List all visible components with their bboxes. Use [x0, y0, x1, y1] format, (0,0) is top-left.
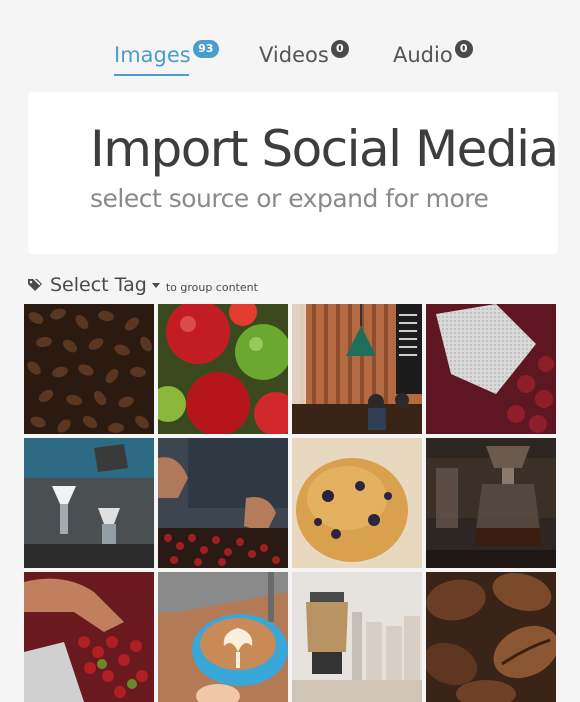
videos-count-badge: 0: [330, 40, 349, 58]
media-type-tabs: Images 93 Videos 0 Audio 0: [0, 38, 580, 78]
audio-count-badge: 0: [454, 40, 473, 58]
select-tag-dropdown[interactable]: Select Tag to group content: [27, 272, 258, 298]
gallery-image-sorting-beans[interactable]: [158, 438, 288, 568]
gallery-image-roasted-beans-closeup[interactable]: [426, 572, 556, 702]
tab-images-label: Images: [114, 43, 191, 67]
hero-title: Import Social Media: [90, 120, 559, 178]
image-gallery-grid: [24, 304, 557, 702]
tags-icon: [28, 279, 42, 291]
hero-subtitle: select source or expand for more: [90, 184, 489, 213]
tab-audio-label: Audio: [393, 43, 453, 67]
gallery-image-latte-art[interactable]: [158, 572, 288, 702]
chevron-down-icon: [151, 282, 160, 288]
tab-videos-label: Videos: [259, 43, 329, 67]
gallery-image-harvest-cherries[interactable]: [24, 572, 154, 702]
gallery-image-coffee-cherries[interactable]: [158, 304, 288, 434]
images-count-badge: 93: [192, 40, 219, 58]
tab-audio[interactable]: Audio 0: [393, 38, 473, 74]
select-tag-hint: to group content: [165, 281, 258, 294]
gallery-image-pour-over-brewing[interactable]: [24, 438, 154, 568]
gallery-image-coffee-siphon[interactable]: [426, 438, 556, 568]
gallery-image-coffee-beans[interactable]: [24, 304, 154, 434]
tab-videos[interactable]: Videos 0: [259, 38, 349, 74]
import-source-card[interactable]: Import Social Media select source or exp…: [28, 92, 559, 254]
gallery-image-muffin[interactable]: [292, 438, 422, 568]
gallery-image-coffee-bar[interactable]: [292, 572, 422, 702]
gallery-image-cafe-interior[interactable]: [292, 304, 422, 434]
select-tag-label: Select Tag: [50, 274, 147, 296]
tab-images[interactable]: Images 93: [114, 38, 219, 76]
gallery-image-coffee-sack[interactable]: [426, 304, 556, 434]
